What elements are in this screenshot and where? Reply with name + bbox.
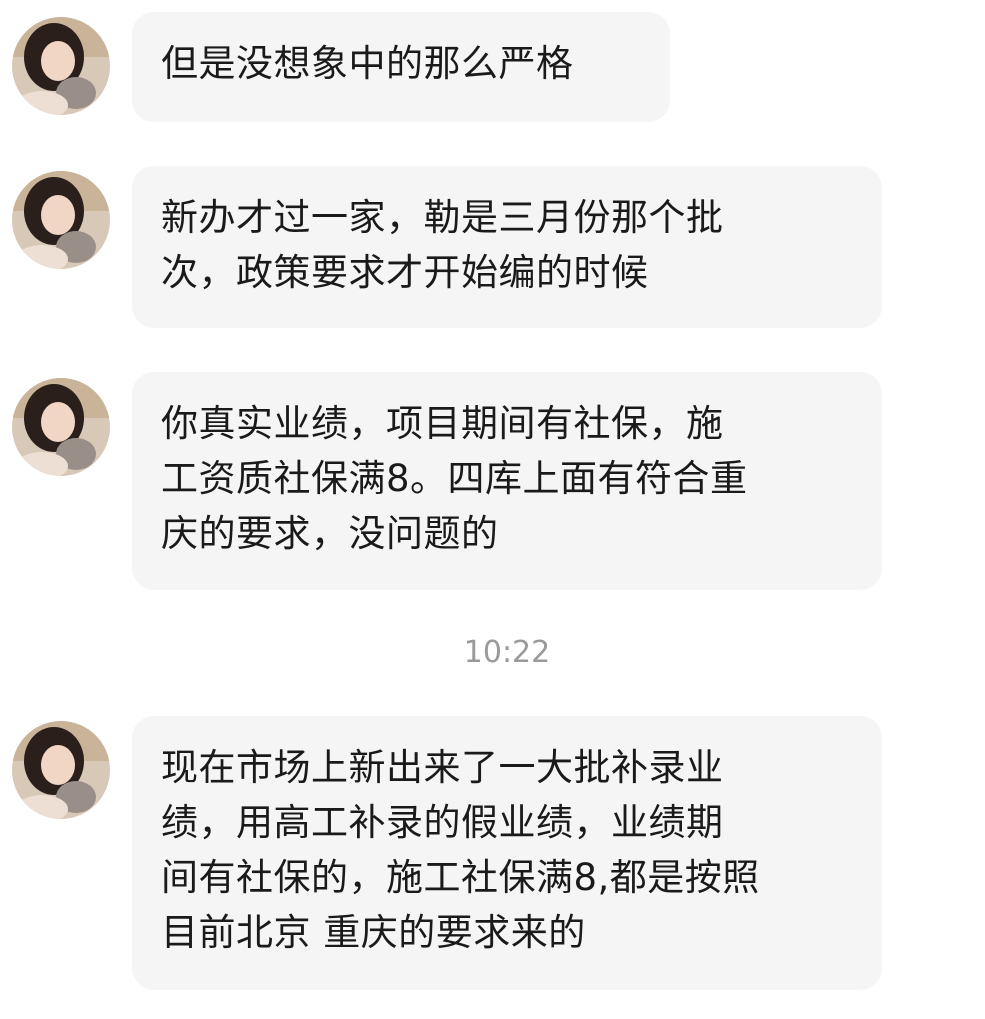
message-text-line: 绩，用高工补录的假业绩，业绩期 [161, 801, 724, 844]
avatar-photo-icon [12, 171, 110, 269]
message-text-line: 庆的要求，没问题的 [161, 512, 499, 555]
avatar[interactable] [12, 17, 110, 115]
message-text-line: 新办才过一家，勒是三月份那个批 [161, 196, 724, 239]
message-text-line: 次，政策要求才开始编的时候 [161, 251, 649, 294]
message-text-line: 现在市场上新出来了一大批补录业 [161, 746, 724, 789]
message-timestamp: 10:22 [463, 635, 551, 670]
message-text-line: 你真实业绩，项目期间有社保，施 [161, 402, 724, 445]
avatar-photo-icon [12, 721, 110, 819]
message-text-line: 间有社保的，施工社保满8,都是按照 [161, 856, 760, 899]
avatar[interactable] [12, 378, 110, 476]
message-bubble[interactable]: 新办才过一家，勒是三月份那个批 次，政策要求才开始编的时候 [132, 166, 882, 328]
avatar-photo-icon [12, 17, 110, 115]
message-text-line: 工资质社保满8。四库上面有符合重 [161, 457, 748, 500]
avatar-photo-icon [12, 378, 110, 476]
avatar[interactable] [12, 171, 110, 269]
message-text-line: 目前北京 重庆的要求来的 [161, 911, 586, 954]
message-bubble[interactable]: 现在市场上新出来了一大批补录业 绩，用高工补录的假业绩，业绩期 间有社保的，施工… [132, 716, 882, 990]
message-bubble[interactable]: 但是没想象中的那么严格 [132, 12, 670, 122]
message-bubble[interactable]: 你真实业绩，项目期间有社保，施 工资质社保满8。四库上面有符合重 庆的要求，没问… [132, 372, 882, 590]
message-text-line: 但是没想象中的那么严格 [161, 42, 574, 85]
avatar[interactable] [12, 721, 110, 819]
